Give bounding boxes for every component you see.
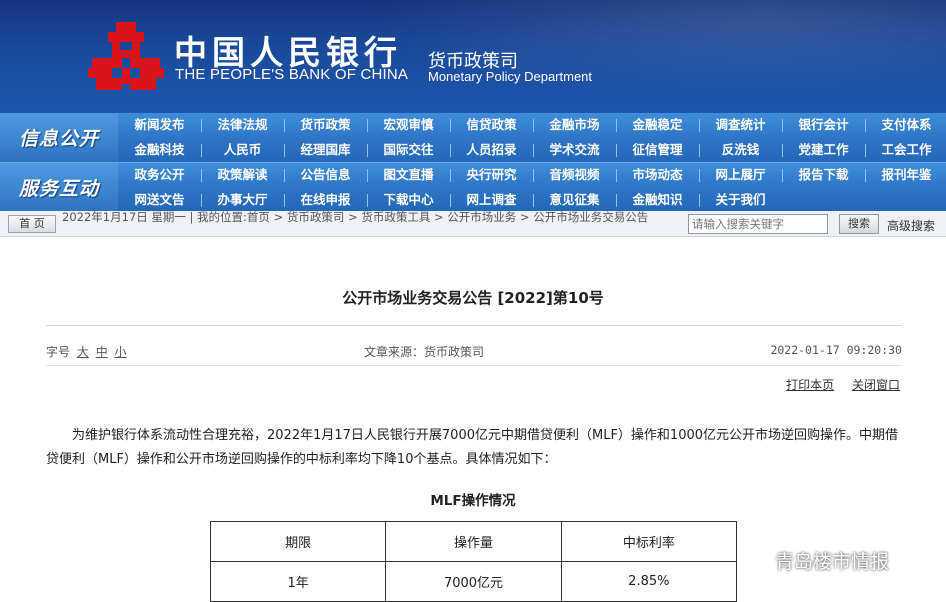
bank-name-en: THE PEOPLE'S BANK OF CHINA: [175, 66, 409, 83]
nav-item[interactable]: 人民币: [201, 138, 284, 162]
nav-item[interactable]: 市场动态: [616, 163, 699, 187]
watermark-text: 青岛楼市情报: [775, 550, 890, 573]
nav-item[interactable]: 货币政策: [284, 113, 367, 137]
nav-item[interactable]: 报告下载: [782, 163, 865, 187]
table-header-row: 期限 操作量 中标利率: [209, 521, 738, 562]
divider: [46, 365, 902, 366]
site-header: 中国人民银行 THE PEOPLE'S BANK OF CHINA 货币政策司 …: [0, 0, 946, 113]
nav-category-service[interactable]: 服务互动: [0, 163, 118, 212]
wechat-icon: [740, 549, 769, 571]
nav-item[interactable]: 法律法规: [201, 113, 284, 137]
nav-item[interactable]: 报刊年鉴: [865, 163, 946, 187]
nav-item[interactable]: 音频视频: [533, 163, 616, 187]
close-window-link[interactable]: 关闭窗口: [852, 378, 900, 392]
nav-item[interactable]: 网送文告: [118, 188, 201, 212]
nav-grid-service: 政务公开 政策解读 公告信息 图文直播 央行研究 音频视频 市场动态 网上展厅 …: [118, 163, 946, 212]
nav-item[interactable]: 央行研究: [450, 163, 533, 187]
nav-item[interactable]: 经理国库: [284, 138, 367, 162]
nav-grid-info: 新闻发布 法律法规 货币政策 宏观审慎 信贷政策 金融市场 金融稳定 调查统计 …: [118, 113, 946, 162]
article-paragraph: 为维护银行体系流动性合理充裕，2022年1月17日人民银行开展7000亿元中期借…: [46, 428, 899, 467]
table-cell: 1年: [209, 561, 387, 602]
nav-item[interactable]: 金融科技: [118, 138, 201, 162]
search-button[interactable]: 搜索: [839, 214, 879, 234]
article-source: 文章来源：货币政策司: [364, 345, 485, 359]
search-input[interactable]: [688, 214, 828, 234]
nav-item[interactable]: 学术交流: [533, 138, 616, 162]
table-title: MLF操作情况: [430, 493, 516, 509]
nav-item[interactable]: 意见征集: [533, 188, 616, 212]
divider: [46, 325, 902, 326]
nav-block-info: 信息公开 新闻发布 法律法规 货币政策 宏观审慎 信贷政策 金融市场 金融稳定 …: [0, 113, 946, 162]
font-size-control: 字号 大 中 小: [46, 343, 127, 360]
nav-item[interactable]: 图文直播: [367, 163, 450, 187]
nav-block-service: 服务互动 政务公开 政策解读 公告信息 图文直播 央行研究 音频视频 市场动态 …: [0, 162, 946, 212]
nav-item[interactable]: 反洗钱: [699, 138, 782, 162]
nav-item[interactable]: 网上展厅: [699, 163, 782, 187]
font-size-small-link[interactable]: 小: [115, 345, 127, 359]
nav-item[interactable]: 在线申报: [284, 188, 367, 212]
home-button[interactable]: 首 页: [8, 215, 56, 233]
article-date: 2022-01-17 09:20:30: [770, 343, 902, 357]
article-actions: 打印本页 关闭窗口: [772, 376, 900, 393]
watermark: 青岛楼市情报: [740, 545, 889, 575]
breadcrumb-bar: 首 页 2022年1月17日 星期一 | 我的位置:首页 > 货币政策司 > 货…: [0, 211, 946, 237]
nav-item[interactable]: 金融知识: [616, 188, 699, 212]
nav-item[interactable]: 网上调查: [450, 188, 533, 212]
nav-item[interactable]: 政务公开: [118, 163, 201, 187]
breadcrumb[interactable]: 2022年1月17日 星期一 | 我的位置:首页 > 货币政策司 > 货币政策工…: [62, 211, 688, 224]
nav-item[interactable]: 办事大厅: [201, 188, 284, 212]
nav-item[interactable]: 关于我们: [699, 188, 782, 212]
nav-item[interactable]: 金融稳定: [616, 113, 699, 137]
nav-item[interactable]: 工会工作: [865, 138, 946, 162]
article-meta: 字号 大 中 小 文章来源：货币政策司 2022-01-17 09:20:30: [46, 343, 902, 359]
nav-item[interactable]: 政策解读: [201, 163, 284, 187]
table-header: 期限: [209, 521, 387, 562]
table-header: 中标利率: [560, 521, 738, 562]
nav-item[interactable]: 党建工作: [782, 138, 865, 162]
nav-item[interactable]: 信贷政策: [450, 113, 533, 137]
nav-item[interactable]: 金融市场: [533, 113, 616, 137]
pboc-logo-icon[interactable]: [86, 20, 166, 92]
main-nav: 信息公开 新闻发布 法律法规 货币政策 宏观审慎 信贷政策 金融市场 金融稳定 …: [0, 113, 946, 212]
nav-item[interactable]: 国际交往: [367, 138, 450, 162]
advanced-search-link[interactable]: 高级搜索: [887, 217, 935, 234]
nav-item[interactable]: 新闻发布: [118, 113, 201, 137]
table-header: 操作量: [385, 521, 562, 562]
nav-item[interactable]: 银行会计: [782, 113, 865, 137]
nav-item[interactable]: 下载中心: [367, 188, 450, 212]
dept-name-en: Monetary Policy Department: [428, 69, 593, 84]
page-title: 公开市场业务交易公告 [2022]第10号: [342, 289, 604, 307]
font-size-large-link[interactable]: 大: [77, 345, 89, 359]
nav-item[interactable]: 人员招录: [450, 138, 533, 162]
nav-item[interactable]: 支付体系: [865, 113, 946, 137]
table-cell: 2.85%: [560, 561, 738, 602]
mlf-table: 期限 操作量 中标利率 1年 7000亿元 2.85%: [209, 521, 738, 602]
font-size-label: 字号: [46, 345, 71, 359]
table-row: 1年 7000亿元 2.85%: [209, 561, 738, 602]
table-cell: 7000亿元: [385, 561, 562, 602]
nav-item[interactable]: 公告信息: [284, 163, 367, 187]
nav-category-info[interactable]: 信息公开: [0, 113, 118, 162]
nav-item[interactable]: 调查统计: [699, 113, 782, 137]
print-page-link[interactable]: 打印本页: [786, 378, 834, 392]
nav-item[interactable]: 征信管理: [616, 138, 699, 162]
nav-item[interactable]: 宏观审慎: [367, 113, 450, 137]
font-size-medium-link[interactable]: 中: [96, 345, 108, 359]
